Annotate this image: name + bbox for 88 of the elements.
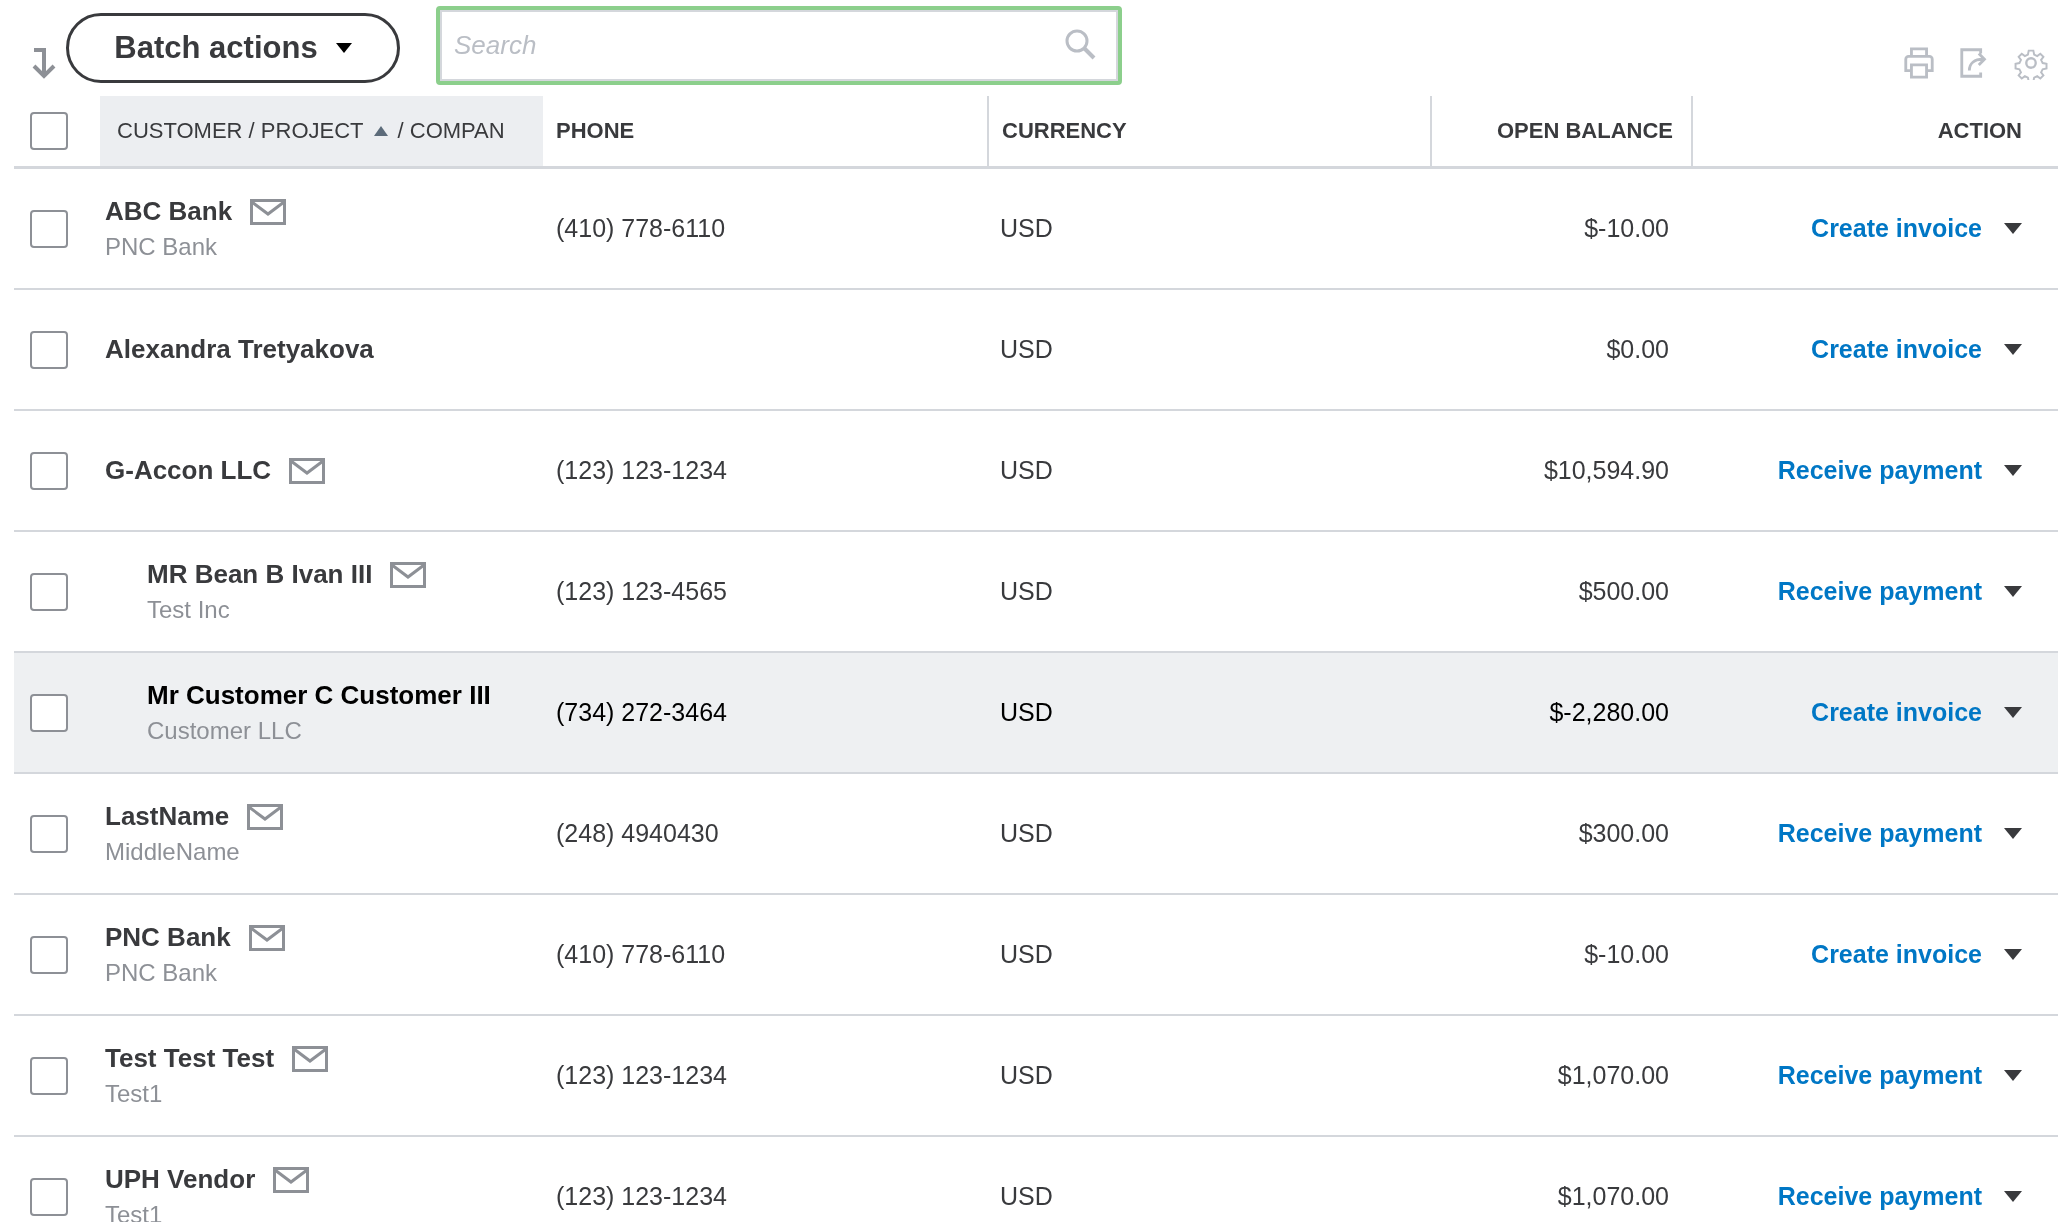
customer-name[interactable]: Mr Customer C Customer III: [147, 680, 491, 711]
column-header[interactable]: CUSTOMER / PROJECT: [117, 118, 364, 144]
envelope-icon[interactable]: [250, 198, 287, 225]
envelope-icon[interactable]: [248, 924, 285, 951]
checkbox[interactable]: [30, 112, 68, 150]
envelope-icon[interactable]: [390, 561, 427, 588]
envelope-icon[interactable]: [289, 457, 326, 484]
phone-number: (248) 4940430: [556, 819, 719, 847]
currency-code: USD: [1000, 456, 1053, 484]
caret-icon[interactable]: [2004, 586, 2022, 597]
action-link[interactable]: Receive payment: [1777, 819, 1982, 848]
currency-code: USD: [1000, 1061, 1053, 1089]
caret-icon[interactable]: [2004, 223, 2022, 234]
phone-number: (410) 778-6110: [556, 940, 726, 968]
caret-icon[interactable]: [2004, 828, 2022, 839]
action-link[interactable]: Create invoice: [1811, 335, 1982, 364]
balance-amount: $1,070.00: [1557, 1182, 1669, 1210]
search-icon: [1064, 27, 1096, 60]
balance-amount: $-10.00: [1584, 214, 1669, 242]
action-link[interactable]: Create invoice: [1811, 940, 1982, 969]
phone-number: (123) 123-4565: [556, 577, 727, 605]
checkbox[interactable]: [30, 330, 68, 369]
balance-amount: $10,594.90: [1543, 456, 1669, 484]
balance-amount: $300.00: [1578, 819, 1669, 847]
company-name: Customer LLC: [147, 717, 303, 745]
customer-name[interactable]: PNC Bank: [105, 922, 231, 953]
caret-icon[interactable]: [2004, 465, 2022, 476]
action-link[interactable]: Receive payment: [1777, 456, 1982, 485]
company-name: PNC Bank: [105, 959, 219, 987]
checkbox[interactable]: [30, 935, 68, 974]
phone-number: (734) 272-3464: [556, 698, 727, 726]
currency-code: USD: [1000, 335, 1053, 363]
envelope-icon[interactable]: [247, 803, 284, 830]
phone-number: (410) 778-6110: [556, 214, 726, 242]
balance-amount: $-2,280.00: [1549, 698, 1669, 726]
caret-icon[interactable]: [2004, 344, 2022, 355]
caret-icon[interactable]: [2004, 707, 2022, 718]
customer-name[interactable]: G-Accon LLC: [105, 455, 272, 486]
column-header[interactable]: PHONE: [556, 118, 635, 144]
company-name: PNC Bank: [105, 233, 219, 261]
column-header[interactable]: / COMPAN: [397, 118, 505, 144]
action-link[interactable]: Receive payment: [1777, 577, 1982, 606]
caret-icon[interactable]: [2004, 1070, 2022, 1081]
company-name: Test1: [105, 1080, 164, 1108]
column-header[interactable]: CURRENCY: [1002, 118, 1127, 144]
sort-arrow-icon[interactable]: [373, 126, 388, 136]
column-header[interactable]: OPEN BALANCE: [1497, 118, 1673, 144]
customer-name[interactable]: LastName: [105, 801, 230, 832]
checkbox[interactable]: [30, 572, 68, 611]
checkbox[interactable]: [30, 1177, 68, 1216]
caret-icon: [335, 43, 352, 53]
customer-name[interactable]: MR Bean B Ivan III: [147, 559, 373, 590]
envelope-icon[interactable]: [273, 1166, 310, 1193]
envelope-icon[interactable]: [292, 1045, 329, 1072]
checkbox[interactable]: [30, 1056, 68, 1095]
company-name: MiddleName: [105, 838, 241, 866]
phone-number: (123) 123-1234: [556, 1061, 727, 1089]
balance-amount: $0.00: [1606, 335, 1669, 363]
checkbox[interactable]: [30, 814, 68, 853]
search-field[interactable]: Search: [436, 5, 1122, 85]
customer-name[interactable]: UPH Vendor: [105, 1164, 256, 1195]
caret-icon[interactable]: [2004, 949, 2022, 960]
action-link[interactable]: Receive payment: [1777, 1182, 1982, 1211]
phone-number: (123) 123-1234: [556, 1182, 727, 1210]
batch-actions-button[interactable]: Batch actions: [66, 13, 400, 83]
checkbox[interactable]: [30, 209, 68, 248]
customer-name[interactable]: Test Test Test: [105, 1043, 275, 1074]
balance-amount: $1,070.00: [1557, 1061, 1669, 1089]
caret-icon[interactable]: [2004, 1191, 2022, 1202]
balance-amount: $500.00: [1578, 577, 1669, 605]
action-link[interactable]: Receive payment: [1777, 1061, 1982, 1090]
checkbox[interactable]: [30, 693, 68, 732]
print-icon[interactable]: [1902, 46, 1936, 80]
column-header[interactable]: ACTION: [1937, 118, 2022, 144]
customer-name[interactable]: Alexandra Tretyakova: [105, 334, 374, 365]
currency-code: USD: [1000, 577, 1053, 605]
currency-code: USD: [1000, 819, 1053, 847]
currency-code: USD: [1000, 698, 1053, 726]
company-name: Test Inc: [147, 596, 231, 624]
action-link[interactable]: Create invoice: [1811, 214, 1982, 243]
phone-number: (123) 123-1234: [556, 456, 727, 484]
customer-name[interactable]: ABC Bank: [105, 196, 233, 227]
currency-code: USD: [1000, 1182, 1053, 1210]
currency-code: USD: [1000, 214, 1053, 242]
checkbox[interactable]: [30, 451, 68, 490]
action-link[interactable]: Create invoice: [1811, 698, 1982, 727]
balance-amount: $-10.00: [1584, 940, 1669, 968]
currency-code: USD: [1000, 940, 1053, 968]
